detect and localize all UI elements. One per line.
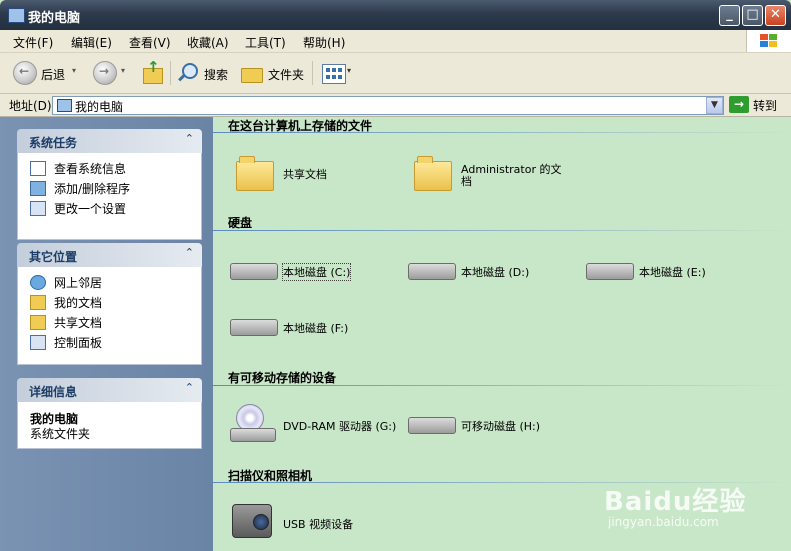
toolbar: ← 后退 ▾ → ▾ ↑ 搜索 文件夹 ▾ [0, 53, 791, 94]
address-field[interactable]: 我的电脑 [52, 96, 724, 115]
menu-help[interactable]: 帮助(H) [303, 34, 345, 51]
section-title-hdd: 硬盘 [228, 216, 253, 230]
maximize-button[interactable]: □ [742, 5, 763, 26]
section-divider [213, 385, 791, 386]
drive-c-item[interactable]: 本地磁盘 (C:) [230, 258, 370, 286]
task-pane: 系统任务 ⌃ 查看系统信息 添加/删除程序 更改一个设置 其它位置 ⌃ 网上邻居… [0, 117, 213, 551]
address-bar: 地址(D) 我的电脑 ▼ → 转到 [0, 94, 791, 117]
network-icon [30, 275, 46, 290]
section-divider [213, 230, 791, 231]
menu-tools[interactable]: 工具(T) [245, 34, 286, 51]
system-info-icon [30, 161, 46, 176]
removable-disk-icon [408, 417, 456, 434]
hard-disk-icon [230, 319, 278, 336]
hard-disk-icon [230, 263, 278, 280]
computer-icon [57, 99, 72, 112]
watermark-url: jingyan.baidu.com [608, 515, 719, 529]
details-panel: 详细信息 ⌃ 我的电脑 系统文件夹 [17, 378, 202, 449]
shared-folder-icon [30, 315, 46, 330]
toolbar-separator [170, 61, 171, 85]
up-folder-icon[interactable]: ↑ [143, 58, 163, 84]
address-label: 地址(D) [9, 99, 52, 113]
section-title-removable: 有可移动存储的设备 [228, 371, 337, 385]
collapse-icon[interactable]: ⌃ [185, 132, 194, 145]
drive-f-item[interactable]: 本地磁盘 (F:) [230, 314, 370, 342]
go-arrow-icon[interactable]: → [729, 96, 749, 113]
address-dropdown-icon[interactable]: ▼ [706, 97, 723, 114]
video-camera-icon [232, 504, 272, 538]
add-remove-programs-icon [30, 181, 46, 196]
forward-dropdown-icon[interactable]: ▾ [121, 66, 125, 75]
back-arrow-icon[interactable]: ← [13, 61, 37, 85]
removable-disk-item[interactable]: 可移动磁盘 (H:) [408, 410, 558, 440]
menu-file[interactable]: 文件(F) [13, 34, 53, 51]
baidu-watermark: Baidu经验 jingyan.baidu.com [598, 479, 773, 533]
views-icon[interactable] [322, 64, 346, 84]
admin-documents-item[interactable]: Administrator 的文 档 [411, 154, 581, 194]
menu-edit[interactable]: 编辑(E) [71, 34, 112, 51]
computer-icon [8, 8, 25, 23]
search-button[interactable]: 搜索 [204, 66, 228, 83]
watermark-logo: Baidu经验 [604, 487, 747, 517]
panel-header[interactable]: 其它位置 ⌃ [17, 243, 202, 267]
control-panel-icon [30, 335, 46, 350]
drive-d-item[interactable]: 本地磁盘 (D:) [408, 258, 548, 286]
go-button[interactable]: 转到 [753, 97, 777, 114]
control-panel-icon [30, 201, 46, 216]
system-tasks-panel: 系统任务 ⌃ 查看系统信息 添加/删除程序 更改一个设置 [17, 129, 202, 240]
drive-e-item[interactable]: 本地磁盘 (E:) [586, 258, 726, 286]
menu-bar: 文件(F) 编辑(E) 查看(V) 收藏(A) 工具(T) 帮助(H) [0, 30, 791, 53]
collapse-icon[interactable]: ⌃ [185, 246, 194, 259]
my-documents-icon [30, 295, 46, 310]
windows-logo-icon [746, 30, 791, 52]
close-button[interactable]: ✕ [765, 5, 786, 26]
collapse-icon[interactable]: ⌃ [185, 381, 194, 394]
back-button[interactable]: 后退 [41, 66, 65, 83]
details-description: 系统文件夹 [30, 427, 91, 441]
hard-disk-icon [408, 263, 456, 280]
panel-header[interactable]: 系统任务 ⌃ [17, 129, 202, 153]
search-icon[interactable] [178, 63, 198, 83]
panel-title: 系统任务 [29, 136, 78, 150]
back-dropdown-icon[interactable]: ▾ [72, 66, 76, 75]
folders-icon[interactable] [241, 65, 263, 83]
address-value: 我的电脑 [75, 100, 124, 114]
views-dropdown-icon[interactable]: ▾ [347, 66, 351, 75]
panel-header[interactable]: 详细信息 ⌃ [17, 378, 202, 402]
shared-documents-item[interactable]: 共享文档 [233, 154, 353, 194]
usb-video-device-item[interactable]: USB 视频设备 [230, 500, 370, 544]
section-divider [213, 132, 791, 133]
hard-disk-icon [586, 263, 634, 280]
dvd-drive-icon [230, 428, 276, 442]
folder-icon [414, 156, 452, 191]
other-places-panel: 其它位置 ⌃ 网上邻居 我的文档 共享文档 控制面板 [17, 243, 202, 365]
panel-title: 其它位置 [29, 250, 78, 264]
menu-view[interactable]: 查看(V) [129, 34, 171, 51]
minimize-button[interactable]: _ [719, 5, 740, 26]
toolbar-separator [312, 61, 313, 85]
dvd-drive-item[interactable]: DVD-RAM 驱动器 (G:) [230, 402, 400, 446]
window-title: 我的电脑 [28, 11, 81, 26]
menu-favorites[interactable]: 收藏(A) [187, 34, 229, 51]
forward-arrow-icon[interactable]: → [93, 61, 117, 85]
folder-icon [236, 156, 274, 191]
folders-button[interactable]: 文件夹 [268, 66, 304, 83]
panel-title: 详细信息 [29, 385, 78, 399]
title-bar[interactable]: 我的电脑 _ □ ✕ [0, 0, 791, 30]
